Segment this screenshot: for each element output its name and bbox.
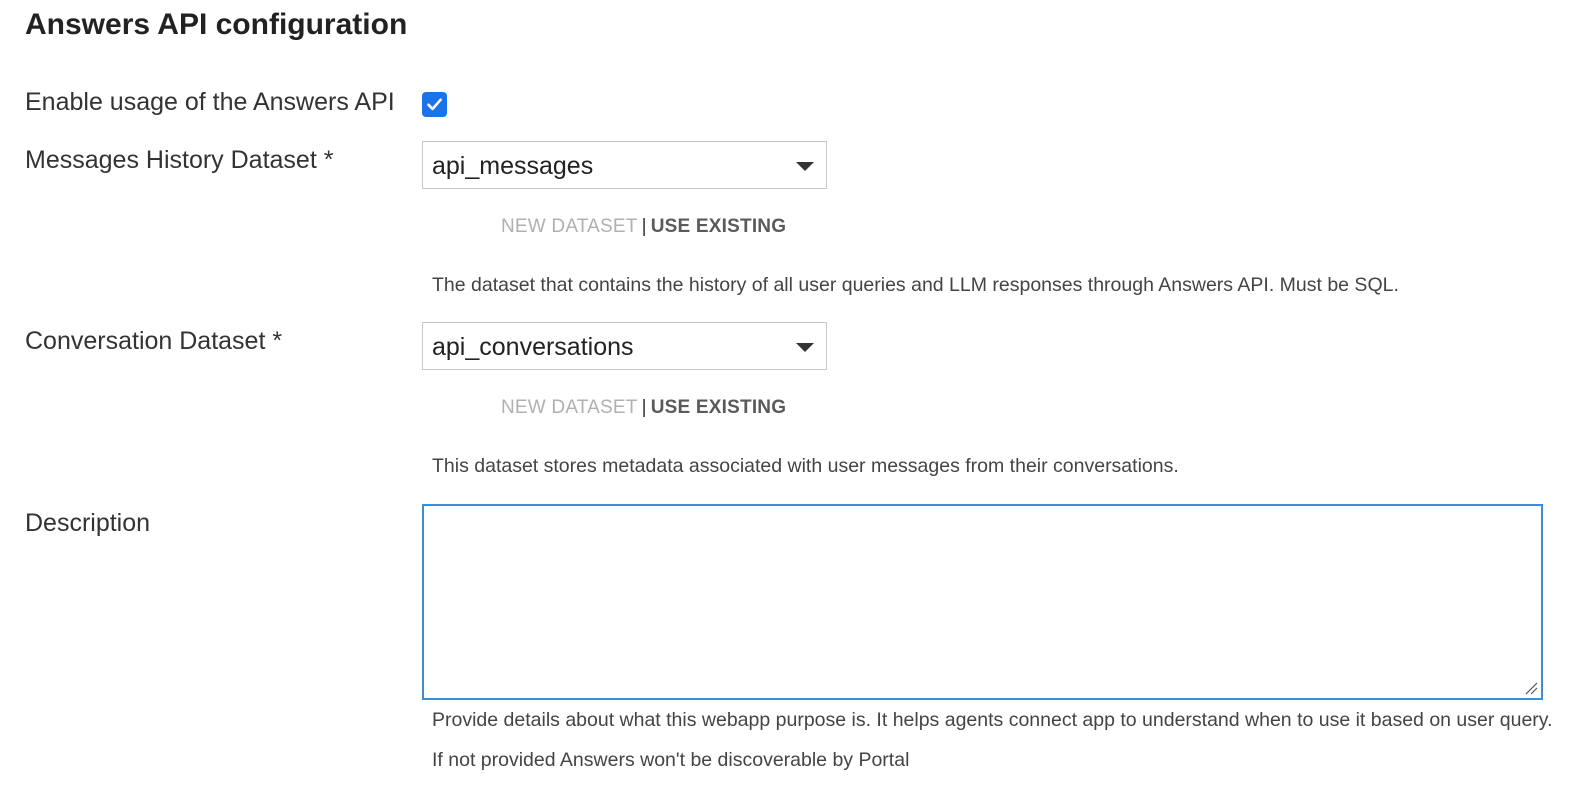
conversation-dataset-help: This dataset stores metadata associated …	[432, 455, 1179, 477]
conversation-dataset-label: Conversation Dataset *	[25, 327, 283, 355]
check-icon	[427, 98, 442, 111]
messages-history-dataset-mode-switch: NEW DATASET | USE EXISTING	[501, 216, 786, 238]
messages-new-dataset-link[interactable]: NEW DATASET	[501, 216, 638, 237]
section-title: Answers API configuration	[25, 8, 408, 41]
enable-answers-api-label: Enable usage of the Answers API	[25, 88, 395, 116]
messages-history-dataset-value: api_messages	[432, 152, 594, 180]
conversation-dataset-select[interactable]: api_conversations	[422, 322, 827, 370]
description-textarea[interactable]	[422, 504, 1543, 700]
messages-history-dataset-help: The dataset that contains the history of…	[432, 274, 1399, 296]
resize-grip-icon[interactable]	[1524, 681, 1538, 695]
mode-separator: |	[641, 216, 647, 237]
description-label: Description	[25, 509, 151, 537]
answers-api-config-page: Answers API configuration Enable usage o…	[0, 0, 1582, 786]
enable-answers-api-checkbox[interactable]	[422, 92, 447, 117]
messages-history-dataset-select[interactable]: api_messages	[422, 141, 827, 189]
caret-down-icon	[796, 343, 814, 352]
caret-down-icon	[796, 162, 814, 171]
conversation-use-existing-link[interactable]: USE EXISTING	[651, 397, 786, 418]
messages-history-dataset-label: Messages History Dataset *	[25, 146, 334, 174]
description-help-line-2: If not provided Answers won't be discove…	[432, 749, 910, 771]
mode-separator: |	[641, 397, 647, 418]
conversation-new-dataset-link[interactable]: NEW DATASET	[501, 397, 638, 418]
conversation-dataset-mode-switch: NEW DATASET | USE EXISTING	[501, 397, 786, 419]
conversation-dataset-value: api_conversations	[432, 333, 634, 361]
description-help-line-1: Provide details about what this webapp p…	[432, 709, 1553, 731]
messages-use-existing-link[interactable]: USE EXISTING	[651, 216, 786, 237]
